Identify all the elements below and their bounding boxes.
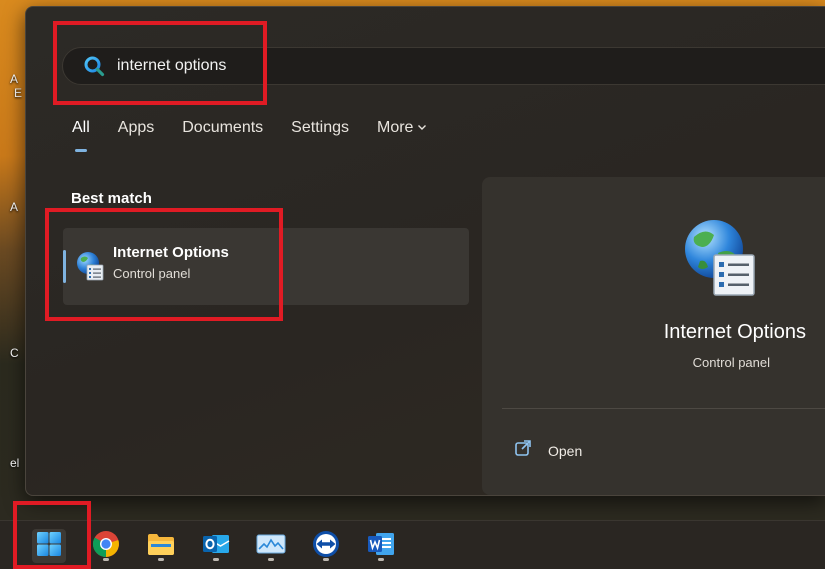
- running-indicator: [323, 558, 329, 561]
- running-indicator: [378, 558, 384, 561]
- taskbar-app-photos[interactable]: [254, 529, 288, 563]
- tab-label: Apps: [117, 119, 155, 136]
- annotation-box-start: [13, 501, 91, 569]
- desktop-icon-label[interactable]: A: [10, 200, 18, 214]
- tab-all[interactable]: All: [72, 119, 90, 152]
- chevron-down-icon: [417, 121, 427, 135]
- tab-label: Settings: [291, 119, 349, 136]
- desktop-icon-label[interactable]: A: [10, 72, 18, 86]
- taskbar: [0, 520, 825, 569]
- folder-icon: [147, 532, 175, 561]
- running-indicator: [103, 558, 109, 561]
- running-indicator: [158, 558, 164, 561]
- annotation-box-result: [45, 208, 283, 321]
- desktop-icon-label[interactable]: C: [10, 346, 19, 360]
- active-tab-indicator: [75, 149, 87, 152]
- open-action-button[interactable]: Open: [514, 439, 582, 462]
- taskbar-app-outlook[interactable]: [199, 529, 233, 563]
- running-indicator: [213, 558, 219, 561]
- taskbar-app-word[interactable]: [364, 529, 398, 563]
- divider: [502, 408, 825, 409]
- taskbar-app-chrome[interactable]: [89, 529, 123, 563]
- desktop-icon-label[interactable]: el: [10, 456, 19, 470]
- preview-pane: Internet Options Control panel Open: [482, 177, 825, 495]
- running-indicator: [268, 558, 274, 561]
- taskbar-app-teamviewer[interactable]: [309, 529, 343, 563]
- photos-icon: [256, 533, 286, 560]
- tab-settings[interactable]: Settings: [291, 119, 349, 137]
- tab-label: Documents: [182, 119, 264, 136]
- desktop-icon-label[interactable]: E: [14, 86, 22, 100]
- tab-label: All: [72, 119, 90, 136]
- open-external-icon: [514, 439, 532, 462]
- tab-apps[interactable]: Apps: [118, 119, 154, 137]
- preview-title: Internet Options: [663, 321, 806, 343]
- tab-more[interactable]: More: [377, 119, 427, 137]
- open-label: Open: [548, 442, 583, 459]
- tab-documents[interactable]: Documents: [182, 119, 263, 137]
- outlook-icon: [202, 531, 230, 562]
- best-match-heading: Best match: [71, 190, 152, 207]
- word-icon: [367, 531, 395, 562]
- taskbar-app-file-explorer[interactable]: [144, 529, 178, 563]
- preview-subtitle: Control panel: [692, 355, 770, 370]
- filter-tabs: All Apps Documents Settings More: [72, 119, 455, 152]
- annotation-box-search: [53, 21, 267, 105]
- tab-label: More: [376, 119, 414, 136]
- internet-options-large-icon: [680, 217, 760, 299]
